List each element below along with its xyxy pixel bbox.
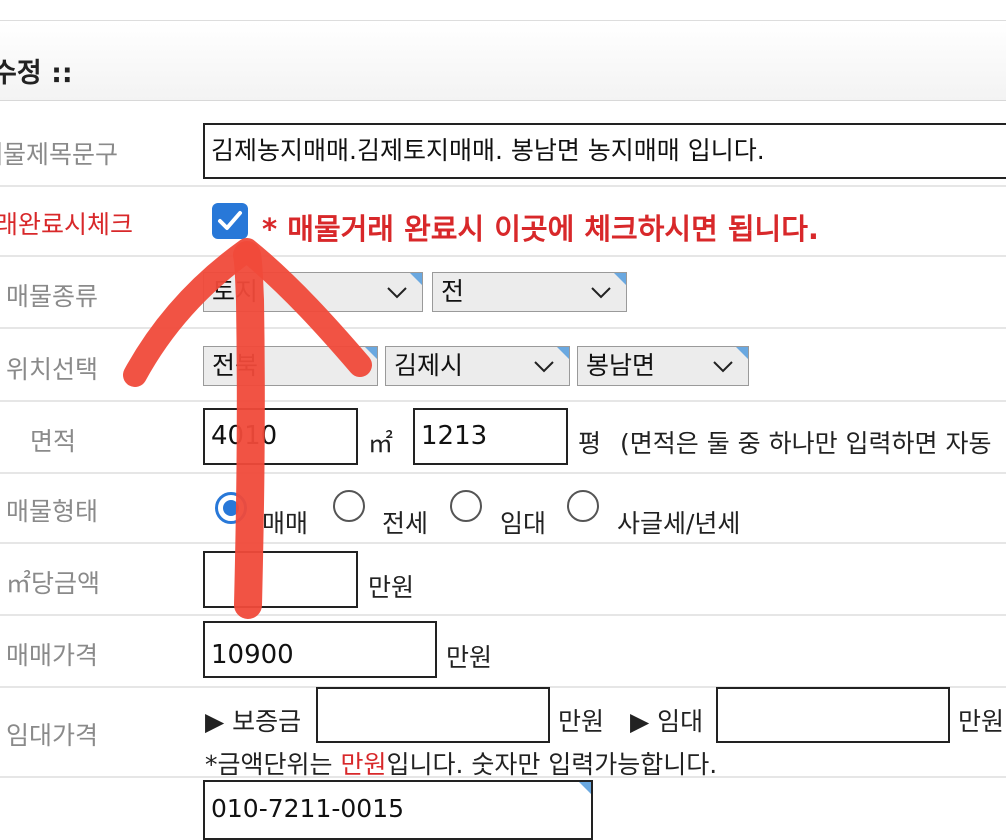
deal-type-radio-sale[interactable] [215, 492, 247, 524]
price-per-sqm-label: ㎡당금액 [6, 569, 101, 598]
amount-unit-note-highlight: 만원 [340, 750, 387, 779]
deal-type-option-lease: 임대 [500, 509, 547, 538]
deal-type-radio-jeonse[interactable] [333, 490, 365, 522]
completion-label: 거래완료시체크 [0, 210, 134, 239]
select-corner-marker [736, 347, 748, 359]
location-province-value: 전북 [212, 351, 259, 380]
amount-unit-note-prefix: *금액단위는 [205, 750, 341, 779]
property-subtype-select[interactable]: 전 [432, 272, 627, 312]
select-corner-marker [365, 347, 377, 359]
property-type-select-value: 토지 [212, 277, 259, 306]
location-town-select[interactable]: 봉남면 [577, 346, 749, 386]
contact-textarea[interactable]: 010-7211-0015 [203, 780, 593, 840]
area-pyeong-input[interactable]: 1213 [413, 408, 568, 465]
sale-price-input[interactable]: 10900 [203, 621, 437, 678]
area-sqm-input[interactable]: 4010 [203, 408, 358, 465]
property-type-label: 매물종류 [6, 282, 99, 311]
deal-type-radio-lease[interactable] [450, 490, 482, 522]
select-corner-marker [410, 273, 422, 285]
row-rent-price: 임대가격 ▶ 보증금 만원 ▶ 임대 만원 *금액단위는 만원입니다. 숫자만 … [0, 687, 1006, 781]
chevron-down-icon [534, 361, 554, 373]
area-sqm-unit: ㎡ [368, 429, 394, 458]
row-title-phrase: 매물제목문구 김제농지매매.김제토지매매. 봉남면 농지매매 입니다. [0, 115, 1006, 187]
chevron-down-icon [713, 361, 733, 373]
area-note: (면적은 둘 중 하나만 입력하면 자동 [620, 429, 992, 458]
checkmark-icon [218, 211, 242, 230]
row-property-type: 매물종류 토지 전 [0, 257, 1006, 329]
property-type-select[interactable]: 토지 [203, 272, 423, 312]
title-phrase-label: 매물제목문구 [0, 140, 119, 169]
location-province-select[interactable]: 전북 [203, 346, 378, 386]
contact-value: 010-7211-0015 [211, 794, 405, 823]
area-pyeong-unit: 평 [578, 429, 602, 458]
section-header: 수정 :: [0, 22, 1006, 101]
sale-price-unit: 만원 [446, 643, 493, 672]
location-city-value: 김제시 [394, 351, 464, 380]
top-divider [0, 20, 1006, 21]
chevron-down-icon [387, 287, 407, 299]
rent-deposit-input[interactable] [316, 687, 550, 743]
deal-type-radio-monthly[interactable] [567, 490, 599, 522]
chevron-down-icon [591, 287, 611, 299]
select-corner-marker [557, 347, 569, 359]
deal-type-option-sale: 매매 [262, 509, 309, 538]
title-phrase-input[interactable]: 김제농지매매.김제토지매매. 봉남면 농지매매 입니다. [203, 123, 1006, 179]
page-title: 수정 :: [0, 58, 73, 89]
row-deal-type: 매물형태 매매 전세 임대 사글세/년세 [0, 474, 1006, 544]
amount-unit-note: *금액단위는 만원입니다. 숫자만 입력가능합니다. [205, 745, 717, 781]
price-per-sqm-unit: 만원 [368, 573, 415, 602]
area-label: 면적 [30, 427, 77, 456]
row-sale-price: 매매가격 10900 만원 [0, 616, 1006, 688]
rent-lease-unit: 만원 [958, 707, 1005, 736]
price-per-sqm-input[interactable] [203, 551, 358, 608]
row-price-per-sqm: ㎡당금액 만원 [0, 544, 1006, 616]
row-location: 위치선택 전북 김제시 봉남면 [0, 330, 1006, 402]
location-city-select[interactable]: 김제시 [385, 346, 570, 386]
property-subtype-select-value: 전 [441, 277, 465, 306]
rent-lease-label: ▶ 임대 [630, 707, 704, 736]
location-label: 위치선택 [6, 355, 99, 384]
deal-type-option-monthly: 사글세/년세 [617, 509, 741, 538]
rent-deposit-unit: 만원 [558, 707, 605, 736]
select-corner-marker [614, 273, 626, 285]
completion-checkbox[interactable] [212, 203, 248, 239]
deal-type-label: 매물형태 [6, 497, 99, 526]
location-town-value: 봉남면 [586, 351, 656, 380]
row-area: 면적 4010 ㎡ 1213 평 (면적은 둘 중 하나만 입력하면 자동 [0, 402, 1006, 474]
textarea-resize-marker [579, 782, 591, 794]
rent-lease-input[interactable] [716, 687, 950, 743]
deal-type-option-jeonse: 전세 [382, 509, 429, 538]
sale-price-label: 매매가격 [6, 641, 99, 670]
completion-notice: * 매물거래 완료시 이곳에 체크하시면 됩니다. [262, 212, 819, 246]
rent-price-label: 임대가격 [6, 721, 99, 750]
amount-unit-note-suffix: 입니다. 숫자만 입력가능합니다. [386, 750, 718, 779]
rent-deposit-label: ▶ 보증금 [205, 707, 302, 736]
